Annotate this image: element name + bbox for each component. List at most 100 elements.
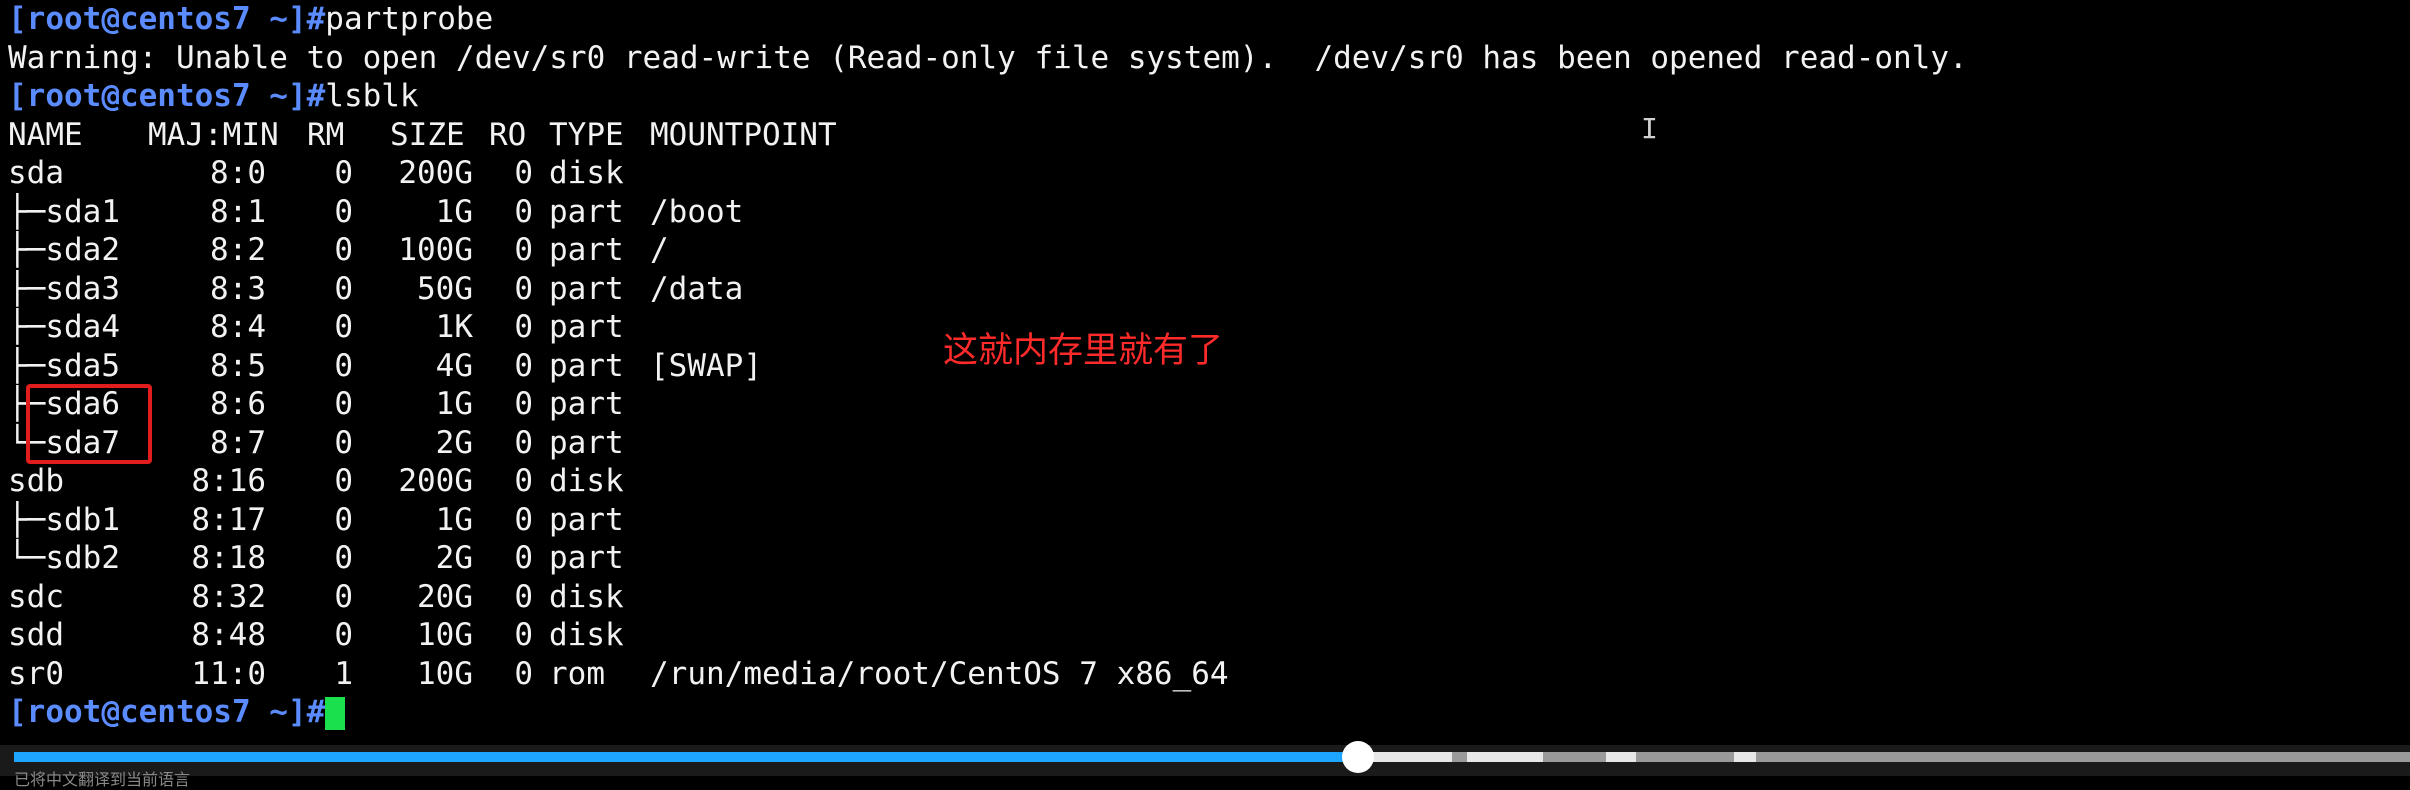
table-header: NAME MAJ:MIN RM SIZE RO TYPE MOUNTPOINT (8, 116, 1968, 155)
cell-size: 10G (417, 655, 473, 692)
annotation-note: 这就内存里就有了 (943, 331, 1224, 371)
cell-ro: 0 (514, 386, 533, 422)
cell-name: sdd (8, 617, 64, 653)
progress-fill (14, 752, 1359, 762)
cell-ro: 0 (514, 193, 533, 230)
cell-name: ├─sda1 (8, 193, 120, 230)
cell-size: 2G (435, 424, 473, 461)
cell-ro: 0 (514, 617, 533, 653)
cell-majmin: 8:17 (191, 501, 266, 538)
table-row: sdc 8:32 0 20G 0 disk (8, 578, 1968, 617)
cell-ro: 0 (514, 309, 533, 345)
header-name: NAME (8, 116, 83, 153)
cell-type: part (549, 386, 624, 422)
cell-rm: 0 (334, 270, 353, 307)
cell-mount: /boot (650, 193, 744, 230)
prompt: [root@centos7 ~]# (8, 78, 326, 114)
cell-majmin: 8:7 (210, 424, 266, 461)
cell-ro: 0 (514, 540, 533, 576)
cell-type: disk (549, 155, 624, 191)
cell-type: part (549, 193, 624, 230)
cell-rm: 0 (334, 424, 353, 461)
prompt-line-2: [root@centos7 ~]#lsblk (8, 77, 1968, 116)
header-mountpoint: MOUNTPOINT (650, 116, 837, 153)
cell-size: 1G (435, 193, 473, 230)
prompt: [root@centos7 ~]# (8, 694, 326, 730)
highlight-box (26, 384, 152, 464)
table-row: ├─sdb1 8:17 0 1G 0 part (8, 501, 1968, 540)
cell-size: 20G (417, 578, 473, 615)
cell-majmin: 8:18 (191, 540, 266, 576)
header-size: SIZE (390, 116, 465, 153)
cell-type: part (549, 232, 624, 268)
cell-ro: 0 (514, 501, 533, 538)
header-majmin: MAJ:MIN (148, 116, 279, 153)
cell-size: 1G (435, 501, 473, 538)
buffered-segment (1366, 752, 1452, 762)
cell-majmin: 8:48 (191, 617, 266, 653)
subtitle-text: 已将中文翻译到当前语言 (14, 770, 191, 789)
cell-majmin: 8:3 (210, 270, 266, 307)
cell-majmin: 8:4 (210, 309, 266, 345)
cell-ro: 0 (514, 155, 533, 191)
cell-type: disk (549, 578, 624, 615)
terminal-cursor (325, 697, 346, 730)
cell-name: sr0 (8, 655, 64, 692)
prompt-line-1: [root@centos7 ~]#partprobe (8, 0, 1968, 39)
cell-rm: 0 (334, 463, 353, 499)
cell-rm: 0 (334, 155, 353, 191)
cell-ro: 0 (514, 270, 533, 307)
cell-ro: 0 (514, 232, 533, 268)
cell-majmin: 8:6 (210, 386, 266, 422)
cell-ro: 0 (514, 655, 533, 692)
cell-size: 1G (435, 386, 473, 422)
buffered-segment (1467, 752, 1543, 762)
cell-type: part (549, 270, 624, 307)
cell-ro: 0 (514, 463, 533, 499)
cell-majmin: 8:1 (210, 193, 266, 230)
cell-name: ├─sda3 (8, 270, 120, 307)
cell-type: disk (549, 463, 624, 499)
cell-name: ├─sda2 (8, 232, 120, 268)
cell-type: disk (549, 617, 624, 653)
cell-type: rom (549, 655, 605, 692)
table-row: ├─sda6 8:6 0 1G 0 part (8, 385, 1968, 424)
table-row: sdb 8:16 0 200G 0 disk (8, 462, 1968, 501)
text-cursor-icon: I (1641, 112, 1658, 145)
cell-rm: 0 (334, 617, 353, 653)
cell-size: 200G (398, 463, 473, 499)
cell-mount: / (650, 232, 669, 268)
cell-size: 50G (417, 270, 473, 307)
cell-ro: 0 (514, 424, 533, 461)
cell-size: 10G (417, 617, 473, 653)
prompt: [root@centos7 ~]# (8, 1, 326, 37)
cell-name: ├─sda5 (8, 347, 120, 384)
header-rm: RM (307, 116, 345, 153)
cell-rm: 0 (334, 232, 353, 268)
command-text: partprobe (325, 1, 494, 37)
table-row: └─sdb2 8:18 0 2G 0 part (8, 539, 1968, 578)
command-text: lsblk (325, 78, 419, 114)
cell-type: part (549, 424, 624, 461)
table-row: sda 8:0 0 200G 0 disk (8, 154, 1968, 193)
cell-ro: 0 (514, 578, 533, 615)
header-ro: RO (489, 116, 527, 153)
cell-size: 1K (435, 309, 473, 345)
cell-type: part (549, 309, 624, 345)
table-row: ├─sda2 8:2 0 100G 0 part / (8, 231, 1968, 270)
cell-name: └─sdb2 (8, 540, 120, 576)
cell-name: sdc (8, 578, 64, 615)
cell-majmin: 11:0 (191, 655, 266, 692)
cell-majmin: 8:32 (191, 578, 266, 615)
cell-name: sda (8, 155, 64, 191)
cell-rm: 0 (334, 309, 353, 345)
cell-type: part (549, 501, 624, 538)
device-table: sda 8:0 0 200G 0 disk ├─sda1 8:1 0 1G 0 part/boot ├─… (8, 154, 1968, 693)
progress-knob[interactable] (1342, 741, 1375, 773)
cell-name: ├─sda4 (8, 309, 120, 345)
cell-mount: /data (650, 270, 744, 307)
warning-line: Warning: Unable to open /dev/sr0 read-wr… (8, 39, 1968, 76)
table-row: └─sda7 8:7 0 2G 0 part (8, 424, 1968, 463)
cell-rm: 1 (334, 655, 353, 692)
cell-rm: 0 (334, 386, 353, 422)
